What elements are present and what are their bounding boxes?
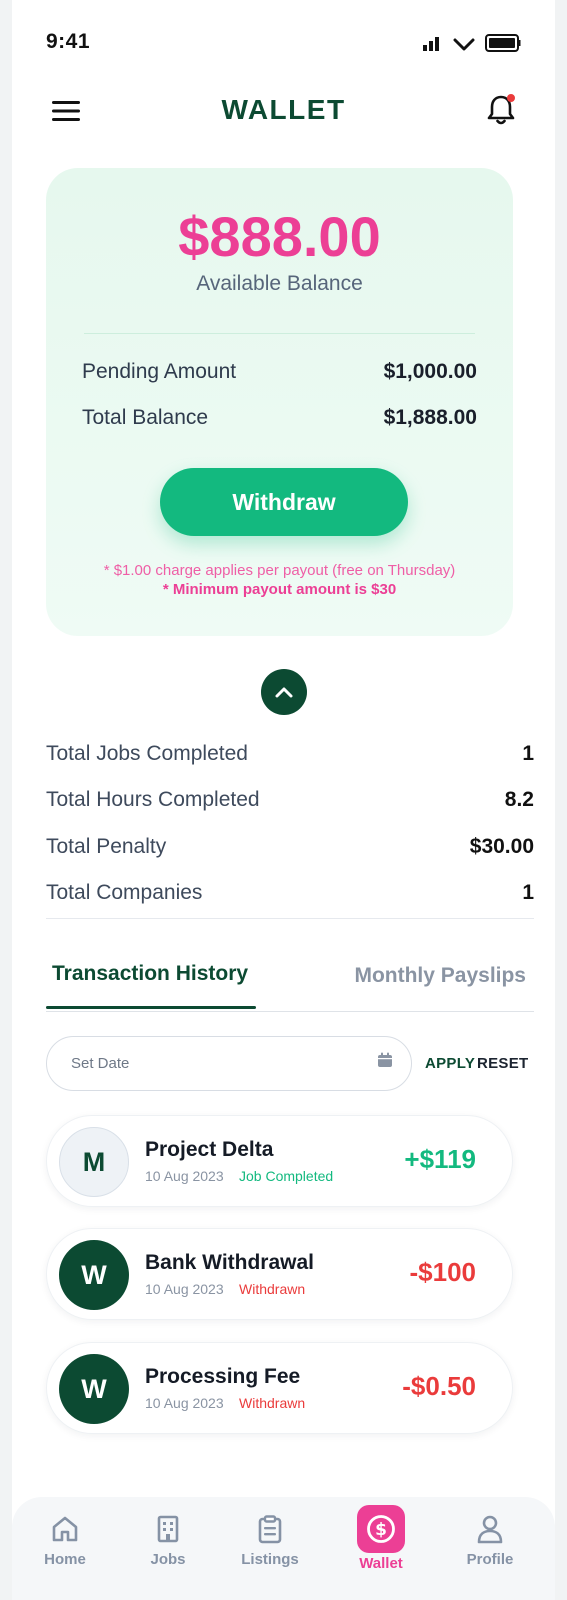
card-divider — [84, 333, 475, 334]
stat-total-companies: Total Companies 1 — [46, 881, 534, 905]
available-balance-amount: $888.00 — [178, 205, 381, 268]
transaction-amount: +$119 — [404, 1144, 476, 1174]
stat-value: 1 — [522, 742, 534, 765]
nav-label: Profile — [466, 1551, 514, 1568]
building-icon — [157, 1515, 179, 1543]
transaction-status: Withdrawn — [239, 1281, 306, 1297]
svg-text:$: $ — [375, 1520, 387, 1540]
stat-jobs-completed: Total Jobs Completed 1 — [46, 742, 534, 766]
withdraw-button[interactable]: Withdraw — [160, 468, 408, 536]
dollar-circle-icon: $ — [367, 1515, 395, 1543]
transaction-name: Processing Fee — [145, 1365, 301, 1388]
stat-hours-completed: Total Hours Completed 8.2 — [46, 788, 534, 812]
chevron-up-icon — [275, 687, 293, 698]
nav-label: Home — [44, 1551, 86, 1568]
stat-value: 1 — [522, 881, 534, 904]
notification-dot — [507, 94, 515, 102]
bell-icon — [487, 94, 515, 125]
nav-wallet[interactable]: $ Wallet — [336, 1505, 426, 1572]
pending-amount-label: Pending Amount — [82, 360, 237, 383]
stat-label: Total Companies — [46, 881, 203, 904]
wifi-icon — [453, 38, 475, 51]
avatar: W — [59, 1240, 129, 1310]
status-icons — [423, 34, 521, 52]
stat-label: Total Jobs Completed — [46, 742, 248, 765]
transaction-status: Job Completed — [239, 1168, 334, 1184]
transaction-amount: -$0.50 — [402, 1371, 476, 1401]
apply-button[interactable]: APPLY — [425, 1055, 475, 1072]
bottom-nav: Home Jobs Listings $ Wallet Profile — [12, 1497, 555, 1600]
history-tabs: Transaction History Monthly Payslips — [46, 962, 534, 1012]
transaction-item[interactable]: M Project Delta 10 Aug 2023 Job Complete… — [46, 1115, 513, 1207]
pending-amount-value: $1,000.00 — [383, 360, 477, 383]
stat-value: $30.00 — [469, 835, 534, 858]
app-header: WALLET — [12, 80, 555, 140]
reset-button[interactable]: RESET — [477, 1055, 529, 1072]
transaction-name: Bank Withdrawal — [145, 1251, 315, 1274]
minimum-payout-note: * Minimum payout amount is $30 — [162, 581, 397, 598]
stat-label: Total Penalty — [46, 835, 167, 858]
stat-label: Total Hours Completed — [46, 788, 260, 811]
status-time: 9:41 — [46, 30, 91, 53]
balance-card: $888.00 Available Balance Pending Amount… — [46, 168, 513, 636]
wallet-screen: 9:41 WALLET $888.00 Available Balance Pe… — [12, 0, 555, 1600]
battery-icon — [485, 34, 521, 52]
payout-fee-note: * $1.00 charge applies per payout (free … — [103, 562, 456, 579]
transaction-status: Withdrawn — [239, 1395, 306, 1411]
notifications-button[interactable] — [481, 90, 521, 130]
stat-total-penalty: Total Penalty $30.00 — [46, 835, 534, 859]
nav-jobs[interactable]: Jobs — [123, 1511, 213, 1568]
collapse-stats-button[interactable] — [261, 669, 307, 715]
avatar: M — [59, 1127, 129, 1197]
calendar-icon — [378, 1052, 392, 1067]
tab-monthly-payslips[interactable]: Monthly Payslips — [354, 964, 526, 988]
home-icon — [52, 1516, 78, 1542]
nav-label: Wallet — [359, 1555, 403, 1572]
nav-listings[interactable]: Listings — [225, 1511, 315, 1568]
transaction-name: Project Delta — [145, 1138, 274, 1161]
user-icon — [477, 1515, 503, 1544]
status-bar: 9:41 — [12, 0, 555, 80]
total-balance-row: Total Balance $1,888.00 — [82, 406, 477, 430]
transaction-date: 10 Aug 2023 — [145, 1395, 224, 1411]
nav-label: Jobs — [150, 1551, 186, 1568]
stats-divider — [46, 918, 534, 919]
date-placeholder: Set Date — [71, 1055, 130, 1072]
total-balance-label: Total Balance — [82, 406, 209, 429]
transaction-date: 10 Aug 2023 — [145, 1168, 224, 1184]
nav-home[interactable]: Home — [20, 1511, 110, 1568]
pending-amount-row: Pending Amount $1,000.00 — [82, 360, 477, 384]
tab-transaction-history[interactable]: Transaction History — [52, 962, 248, 986]
signal-icon — [423, 37, 439, 51]
active-tab-indicator — [46, 1006, 256, 1009]
avatar: W — [59, 1354, 129, 1424]
transaction-item[interactable]: W Bank Withdrawal 10 Aug 2023 Withdrawn … — [46, 1228, 513, 1320]
nav-profile[interactable]: Profile — [445, 1511, 535, 1568]
date-filter-input[interactable]: Set Date — [46, 1036, 412, 1091]
page-title: WALLET — [221, 94, 346, 125]
available-balance-label: Available Balance — [196, 272, 363, 295]
transaction-item[interactable]: W Processing Fee 10 Aug 2023 Withdrawn -… — [46, 1342, 513, 1434]
transaction-amount: -$100 — [409, 1257, 477, 1287]
total-balance-value: $1,888.00 — [383, 406, 477, 429]
transaction-date: 10 Aug 2023 — [145, 1281, 224, 1297]
nav-label: Listings — [241, 1551, 299, 1568]
clipboard-icon — [258, 1515, 282, 1544]
stat-value: 8.2 — [504, 788, 534, 811]
active-nav-highlight: $ — [357, 1505, 405, 1553]
